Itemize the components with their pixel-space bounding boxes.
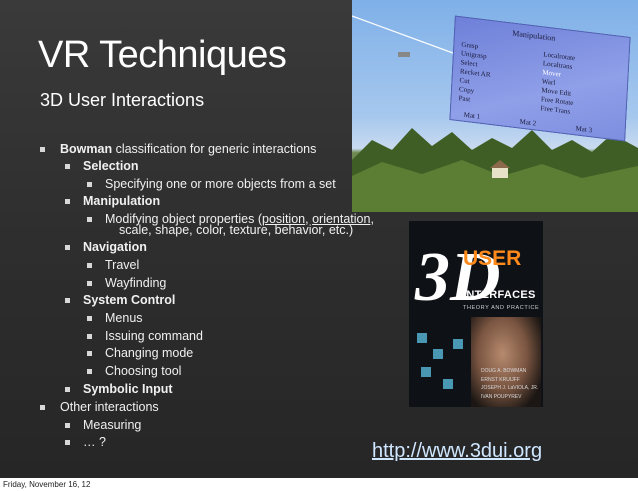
vr-manipulation-image: Manipulation Grasp Unigrasp Select Recke… <box>352 0 638 212</box>
bullet-text: Symbolic Input <box>83 382 173 396</box>
bullet-text: , <box>370 212 374 226</box>
bullet-marker <box>65 440 70 445</box>
bullet-marker <box>87 351 92 356</box>
bullet-item: System Control <box>65 293 176 307</box>
book-author: DOUG A. BOWMAN <box>481 368 527 374</box>
bullet-text: Measuring <box>83 418 142 432</box>
bullet-marker <box>65 298 70 303</box>
bullet-item: Selection <box>65 159 139 173</box>
bullet-text: Navigation <box>83 240 147 254</box>
bullet-text: Specifying one or more objects from a se… <box>105 177 336 191</box>
bullet-marker <box>40 405 45 410</box>
bullet-text: Manipulation <box>83 194 161 208</box>
bullet-marker <box>65 245 70 250</box>
bullet-marker <box>87 217 92 222</box>
book-cover-image: 3D USER INTERFACES THEORY AND PRACTICE D… <box>409 221 543 407</box>
bullet-item: Menus <box>87 311 143 325</box>
bullet-item: Travel <box>87 258 140 272</box>
bullet-item: Symbolic Input <box>65 382 173 396</box>
book-title-user: USER <box>463 247 522 270</box>
slide-subtitle: 3D User Interactions <box>40 90 205 110</box>
bullet-marker <box>87 281 92 286</box>
bullet-text: Changing mode <box>105 346 194 360</box>
bullet-text: Travel <box>105 258 140 272</box>
bullet-item: Issuing command <box>87 329 203 343</box>
bullet-item: Measuring <box>65 418 142 432</box>
panel-title: Manipulation <box>512 28 556 43</box>
book-title-interfaces: INTERFACES <box>463 289 536 301</box>
panel-item: Past <box>458 94 471 104</box>
slide-title: VR Techniques <box>38 34 287 76</box>
bullet-text: Wayfinding <box>105 276 167 290</box>
book-tagline: THEORY AND PRACTICE <box>463 305 540 311</box>
book-cover-cube <box>453 339 463 349</box>
panel-item: Cut <box>459 76 470 86</box>
bullet-marker <box>65 164 70 169</box>
bullet-item: Specifying one or more objects from a se… <box>87 177 336 191</box>
bullet-text: classification for generic interactions <box>112 142 317 156</box>
website-link[interactable]: http://www.3dui.org <box>372 440 542 463</box>
bullet-marker <box>87 182 92 187</box>
book-cover-cube <box>433 349 443 359</box>
book-cover-cube <box>421 367 431 377</box>
bullet-text: … ? <box>83 435 106 449</box>
panel-item: Warl <box>541 77 556 87</box>
bullet-text: Choosing tool <box>105 364 182 378</box>
vr-menu-panel: Manipulation Grasp Unigrasp Select Recke… <box>449 15 631 142</box>
bullet-marker <box>65 199 70 204</box>
bullet-item: Changing mode <box>87 346 194 360</box>
book-author: JOSEPH J. LaVIOLA, JR. <box>481 385 539 391</box>
bullet-marker <box>87 263 92 268</box>
bullet-item: Manipulation <box>65 194 161 208</box>
bullet-item: Bowman classification for generic intera… <box>40 142 317 156</box>
slide: Manipulation Grasp Unigrasp Select Recke… <box>0 0 638 478</box>
bullet-marker <box>87 334 92 339</box>
bullet-marker <box>40 147 45 152</box>
panel-item: Mat 3 <box>575 124 593 135</box>
bullet-marker <box>65 423 70 428</box>
panel-item: Mat 1 <box>463 110 481 121</box>
bullet-marker <box>87 316 92 321</box>
bullet-marker <box>87 369 92 374</box>
book-author: ERNST KRUIJFF <box>481 376 520 383</box>
book-cover-cube <box>443 379 453 389</box>
bullet-text: Menus <box>105 311 143 325</box>
bullet-item: Wayfinding <box>87 276 167 290</box>
bullet-item: Other interactions <box>40 400 159 414</box>
bullet-item: … ? <box>65 435 106 449</box>
bullet-marker <box>65 387 70 392</box>
bullet-bold: Bowman <box>60 142 113 156</box>
bullet-text: System Control <box>83 293 176 307</box>
book-author: IVAN POUPYREV <box>481 393 522 400</box>
bullet-text: Selection <box>83 159 139 173</box>
bullet-item: Navigation <box>65 240 147 254</box>
book-cover-cube <box>417 333 427 343</box>
bullet-item: Choosing tool <box>87 364 182 378</box>
bullet-text: Issuing command <box>105 329 203 343</box>
book-authors: DOUG A. BOWMAN ERNST KRUIJFF JOSEPH J. L… <box>481 367 538 401</box>
bullet-continuation: scale, shape, color, texture, behavior, … <box>119 223 354 237</box>
panel-item: Mat 2 <box>519 117 537 128</box>
bullet-text: Other interactions <box>60 400 159 414</box>
footer-date: Friday, November 16, 12 <box>0 478 638 491</box>
